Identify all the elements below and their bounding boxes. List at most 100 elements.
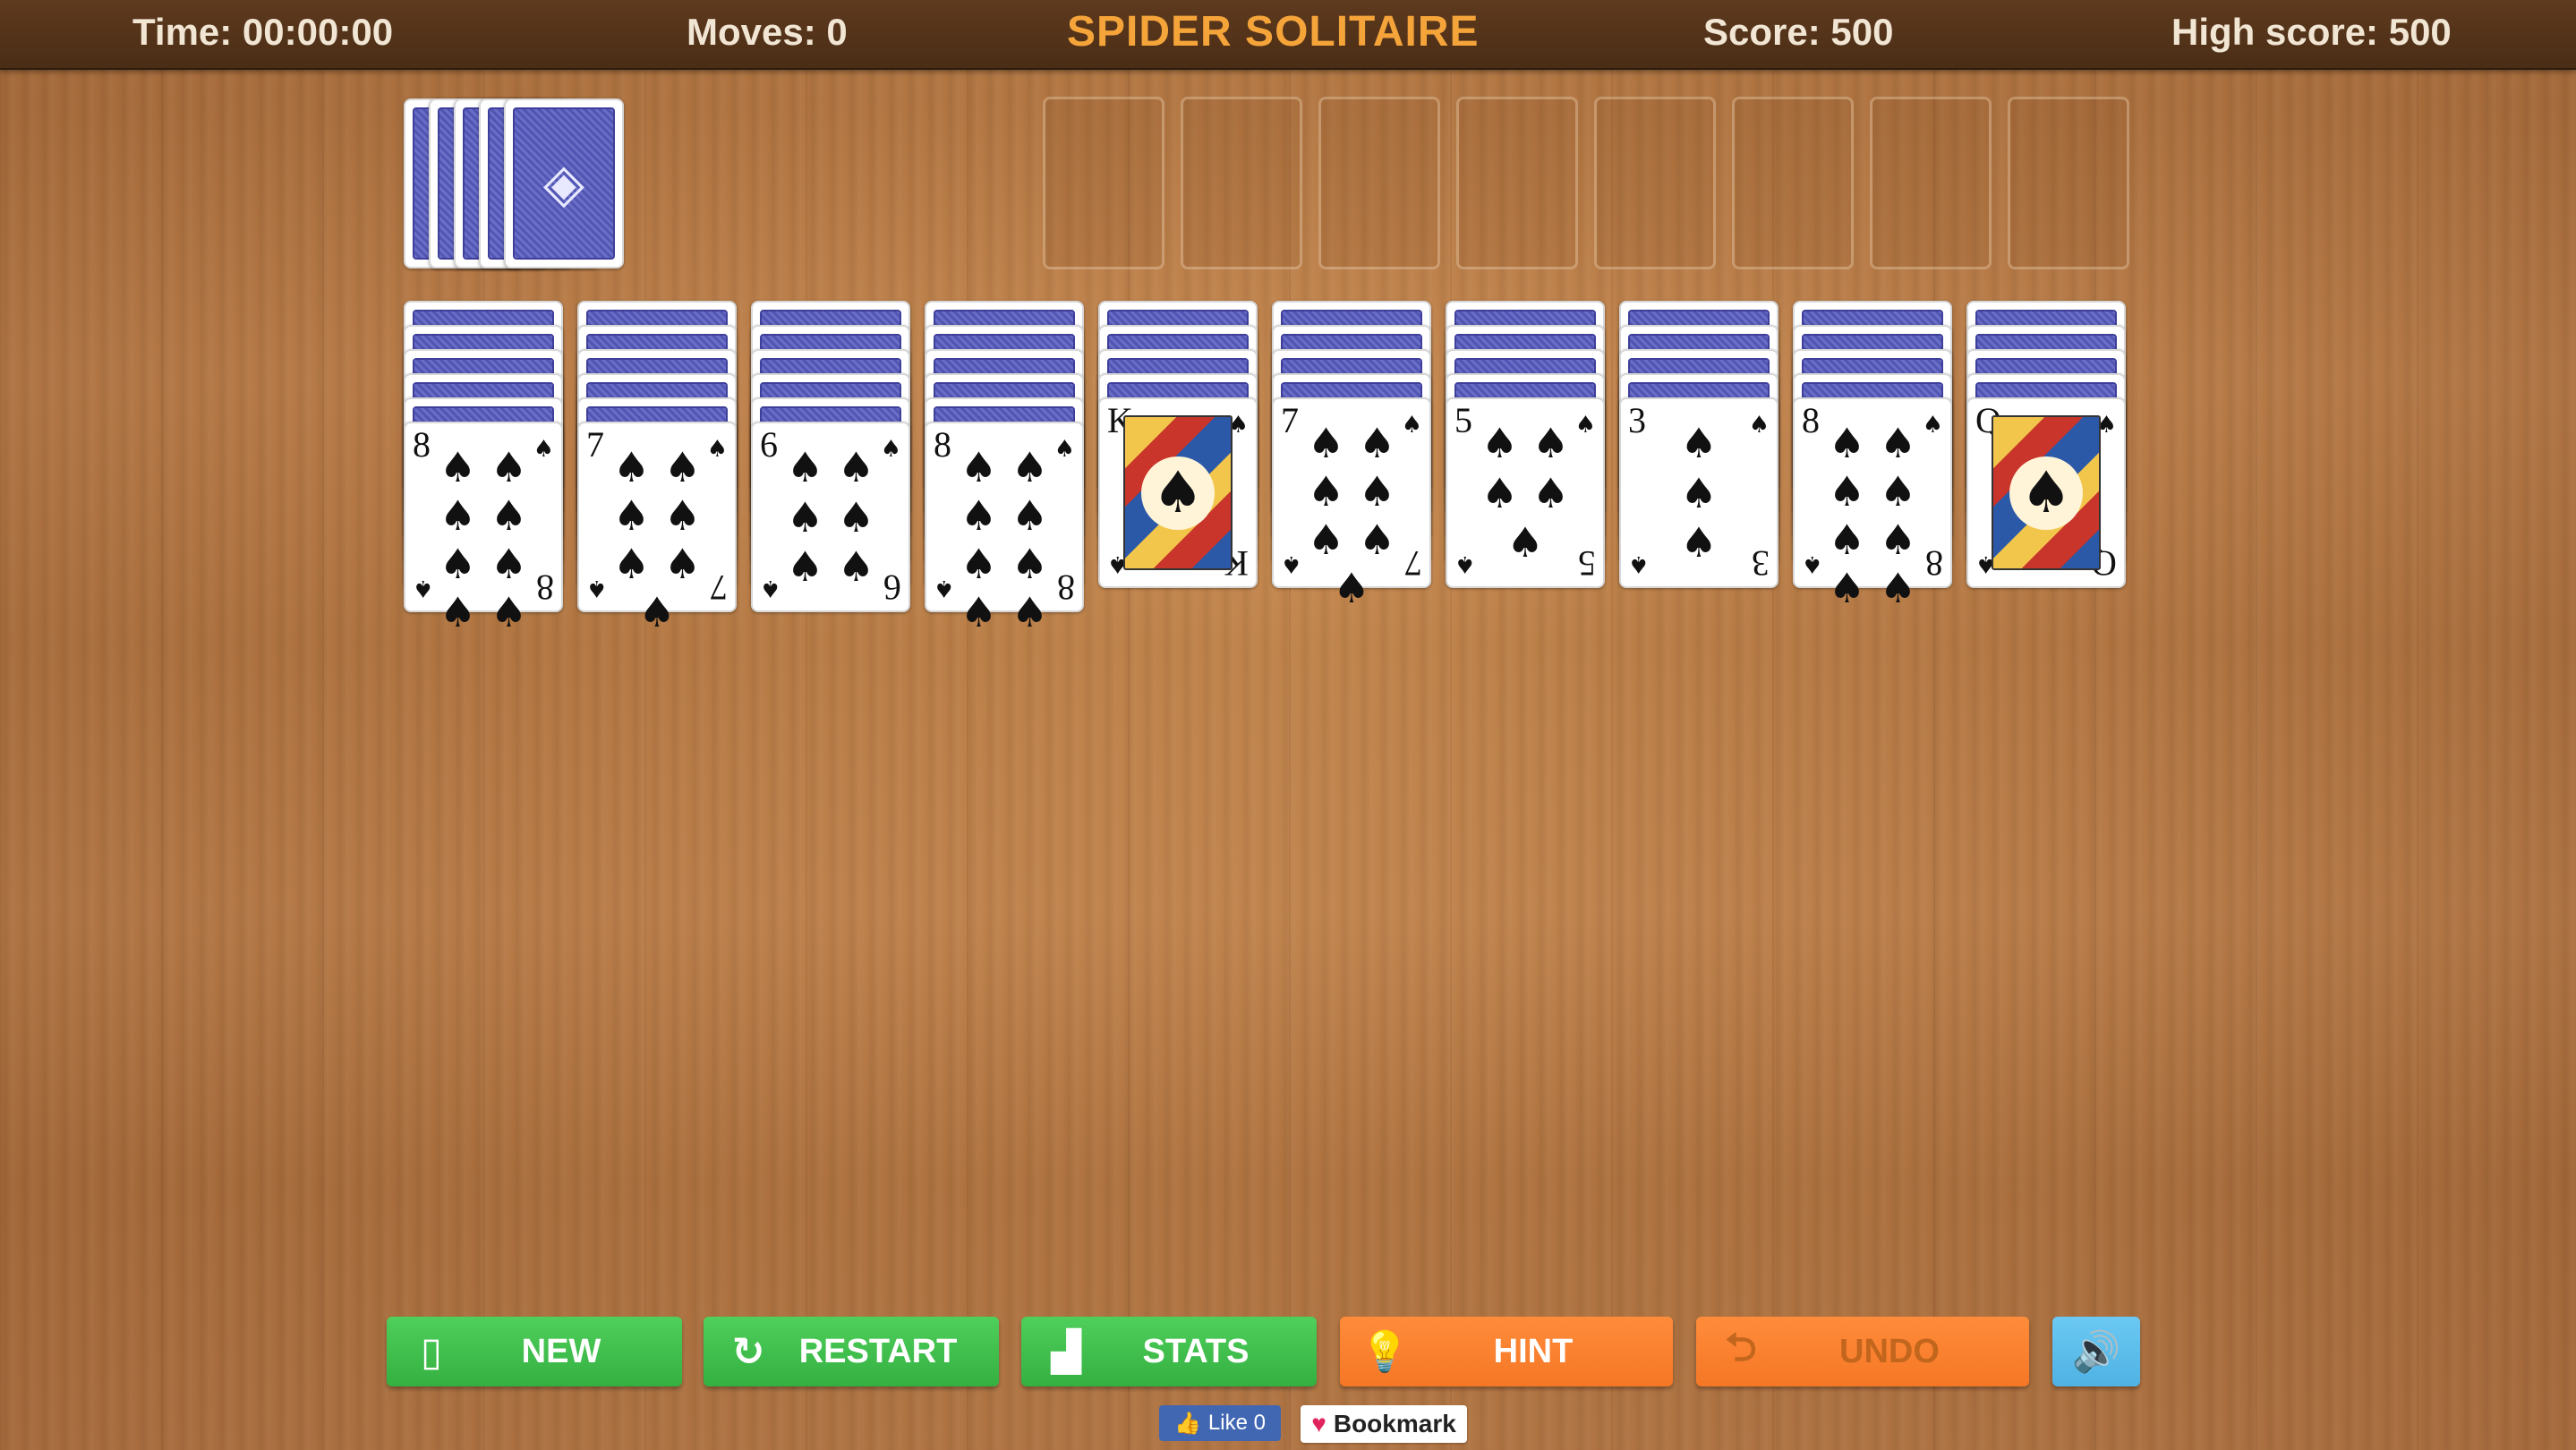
high-score-display: High score: 500: [2171, 11, 2452, 53]
spade-icon: ♠: [1828, 516, 1866, 564]
spade-icon: ♠: [439, 588, 477, 636]
spade-icon: ♠: [1531, 468, 1570, 517]
spade-icon: ♠: [786, 492, 824, 542]
spade-icon: ♠: [960, 588, 998, 636]
spade-icon: ♠: [786, 542, 824, 591]
card-pips: ♠ ♠ ♠: [1648, 419, 1750, 567]
spade-icon: ♠: [490, 588, 528, 636]
spade-icon: ♠: [1828, 419, 1866, 467]
spade-icon: ♠: [837, 492, 875, 542]
face-up-card[interactable]: Q Q ♠ ♠ ♠: [1966, 397, 2126, 588]
restart-label: RESTART: [798, 1332, 958, 1370]
card-rank: 8: [1802, 400, 1820, 440]
card-pips: ♠ ♠ ♠ ♠ ♠ ♠ ♠: [1301, 419, 1403, 612]
spade-icon: ♠: [1680, 419, 1718, 467]
undo-button[interactable]: ⮌ UNDO: [1696, 1317, 2029, 1386]
spade-icon: ♠: [1506, 518, 1544, 567]
face-up-card[interactable]: 7 7 ♠ ♠ ♠ ♠ ♠ ♠ ♠ ♠ ♠: [1272, 397, 1431, 612]
card-rank: 7: [710, 567, 728, 608]
spade-icon: ♠: [1748, 412, 1770, 439]
sound-toggle-button[interactable]: 🔊: [2052, 1317, 2140, 1386]
card-rank: 8: [1925, 543, 1943, 584]
face-up-card[interactable]: 6 6 ♠ ♠ ♠ ♠ ♠ ♠ ♠ ♠: [751, 422, 910, 612]
spade-icon: ♠: [1011, 491, 1049, 540]
card-rank: 8: [1057, 567, 1075, 608]
restart-button[interactable]: ↻ RESTART: [704, 1317, 999, 1386]
spade-icon: ♠: [1879, 419, 1917, 467]
foundation-slot: [1870, 97, 1992, 269]
spade-icon: ♠: [760, 575, 781, 601]
stats-button[interactable]: ▟ STATS: [1021, 1317, 1317, 1386]
spade-icon: ♠: [1828, 564, 1866, 612]
bookmark-label: Bookmark: [1333, 1410, 1456, 1437]
queen-figure: ♠: [1992, 415, 2101, 570]
spade-icon: ♠: [490, 491, 528, 540]
stats-label: STATS: [1142, 1332, 1250, 1370]
spade-icon: ♠: [880, 436, 901, 463]
bar-chart-icon: ▟: [1051, 1328, 1081, 1375]
speaker-icon: 🔊: [2071, 1329, 2121, 1375]
spade-icon: ♠: [439, 443, 477, 491]
spade-icon: ♠: [837, 542, 875, 591]
undo-label: UNDO: [1839, 1332, 1940, 1370]
spade-icon: ♠: [663, 540, 702, 588]
like-label: Like 0: [1207, 1411, 1266, 1435]
spade-icon: ♠: [1680, 518, 1718, 567]
spade-icon: ♠: [612, 443, 651, 491]
time-display: Time: 00:00:00: [132, 11, 394, 53]
card-pips: ♠ ♠ ♠ ♠ ♠ ♠ ♠: [606, 443, 708, 636]
spade-icon: ♠: [786, 443, 824, 491]
card-rank: 5: [1454, 400, 1472, 440]
king-figure: ♠: [1123, 415, 1233, 570]
face-up-card[interactable]: 8 8 ♠ ♠ ♠ ♠ ♠ ♠ ♠ ♠ ♠ ♠: [1793, 397, 1952, 612]
spade-icon: ♠: [663, 491, 702, 540]
spade-icon: ♠: [1307, 516, 1345, 564]
card-rank: 7: [1281, 400, 1299, 440]
spade-icon: ♠: [1011, 540, 1049, 588]
face-up-card[interactable]: 5 5 ♠ ♠ ♠ ♠ ♠ ♠ ♠: [1446, 397, 1605, 588]
face-up-card[interactable]: 3 3 ♠ ♠ ♠ ♠ ♠: [1619, 397, 1778, 588]
foundation-slot: [1318, 97, 1440, 269]
spade-icon: ♠: [1879, 516, 1917, 564]
spade-icon: ♠: [706, 436, 728, 463]
spade-icon: ♠: [1922, 412, 1943, 439]
face-up-card[interactable]: 7 7 ♠ ♠ ♠ ♠ ♠ ♠ ♠ ♠ ♠: [577, 422, 737, 636]
card-rank: 6: [760, 424, 778, 465]
lightbulb-icon: 💡: [1360, 1329, 1410, 1375]
spade-icon: ♠: [586, 575, 608, 601]
facebook-like-button[interactable]: 👍 Like 0: [1159, 1405, 1281, 1441]
card-pips: ♠ ♠ ♠ ♠ ♠ ♠ ♠ ♠: [432, 443, 534, 636]
stock-card[interactable]: [504, 98, 624, 269]
spade-icon: ♠: [960, 491, 998, 540]
spade-icon: ♠: [960, 540, 998, 588]
foundation-slot: [1181, 97, 1302, 269]
spade-icon: ♠: [934, 575, 955, 601]
foundation-slot: [1594, 97, 1716, 269]
face-up-card[interactable]: 8 8 ♠ ♠ ♠ ♠ ♠ ♠ ♠ ♠ ♠ ♠: [404, 422, 563, 636]
game-title: SPIDER SOLITAIRE: [1067, 8, 1480, 55]
spade-icon: ♠: [439, 540, 477, 588]
spade-icon: ♠: [663, 443, 702, 491]
spade-icon: ♠: [533, 436, 554, 463]
spade-icon: ♠: [1574, 412, 1596, 439]
new-game-button[interactable]: ▯ NEW: [387, 1317, 682, 1386]
face-up-card[interactable]: K K ♠ ♠ ♠: [1098, 397, 1258, 588]
foundation-slot: [1732, 97, 1854, 269]
spade-icon: ♠: [1454, 550, 1476, 577]
card-pips: ♠ ♠ ♠ ♠ ♠: [1474, 419, 1576, 567]
moves-counter: Moves: 0: [687, 11, 848, 53]
spade-icon: ♠: [1480, 419, 1519, 467]
spade-icon: ♠: [1531, 419, 1570, 467]
face-up-card[interactable]: 8 8 ♠ ♠ ♠ ♠ ♠ ♠ ♠ ♠ ♠ ♠: [925, 422, 1084, 636]
spade-icon: ♠: [1281, 550, 1302, 577]
spade-icon: ♠: [1307, 419, 1345, 467]
card-rank: 8: [536, 567, 554, 608]
spade-icon: ♠: [1011, 588, 1049, 636]
spade-icon: ♠: [1333, 564, 1370, 612]
hint-label: HINT: [1493, 1332, 1574, 1370]
spade-icon: ♠: [612, 540, 651, 588]
card-pips: ♠ ♠ ♠ ♠ ♠ ♠ ♠ ♠: [1821, 419, 1923, 612]
bookmark-button[interactable]: ♥ Bookmark: [1301, 1405, 1467, 1443]
hint-button[interactable]: 💡 HINT: [1340, 1317, 1673, 1386]
card-pips: ♠ ♠ ♠ ♠ ♠ ♠: [780, 443, 882, 591]
